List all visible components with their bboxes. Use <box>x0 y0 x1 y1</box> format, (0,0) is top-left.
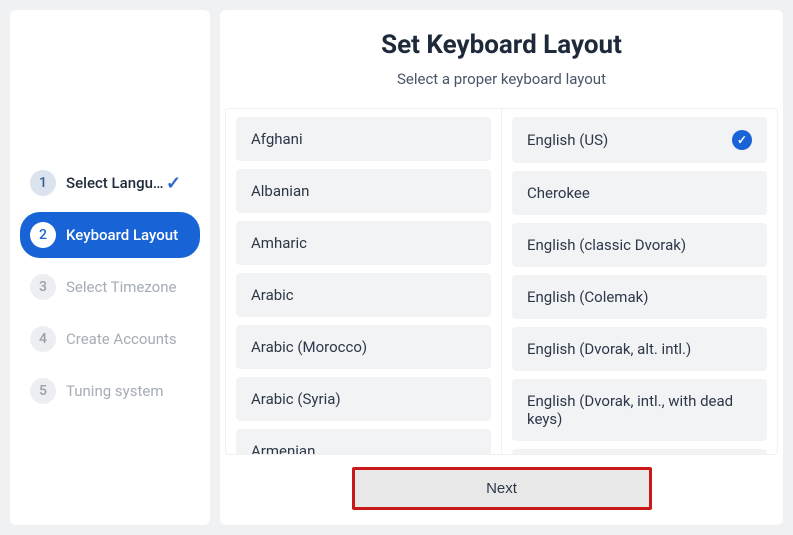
footer: Next <box>220 455 783 510</box>
page-title: Set Keyboard Layout <box>220 30 783 60</box>
layout-label: Arabic (Morocco) <box>251 338 367 356</box>
layout-label: English (Colemak) <box>527 288 648 306</box>
layout-column-right[interactable]: English (US) ✓ Cherokee English (classic… <box>502 109 777 454</box>
layout-label: Amharic <box>251 234 307 252</box>
page-subtitle: Select a proper keyboard layout <box>220 70 783 88</box>
sidebar-step-language[interactable]: 1 Select Langu… ✓ <box>20 160 200 206</box>
layout-label: English (US) <box>527 131 608 149</box>
step-number: 5 <box>30 378 56 404</box>
next-button[interactable]: Next <box>352 467 652 510</box>
step-number: 3 <box>30 274 56 300</box>
layout-item-english-us[interactable]: English (US) ✓ <box>512 117 767 163</box>
layout-item-english-dvorak-intl-dead[interactable]: English (Dvorak, intl., with dead keys) <box>512 379 767 441</box>
layout-label: Arabic <box>251 286 294 304</box>
layout-column-left[interactable]: Afghani Albanian Amharic Arabic Arabic (… <box>226 109 502 454</box>
step-number: 1 <box>30 170 56 196</box>
layouts-container: Afghani Albanian Amharic Arabic Arabic (… <box>225 108 778 455</box>
layout-item-arabic-syria[interactable]: Arabic (Syria) <box>236 377 491 421</box>
step-number: 4 <box>30 326 56 352</box>
step-number: 2 <box>30 222 56 248</box>
layout-item-armenian[interactable]: Armenian <box>236 429 491 454</box>
layout-label: Arabic (Syria) <box>251 390 341 408</box>
layout-label: Armenian <box>251 442 315 454</box>
layout-label: Afghani <box>251 130 303 148</box>
step-label: Select Langu… <box>66 174 166 192</box>
sidebar-step-timezone[interactable]: 3 Select Timezone <box>20 264 200 310</box>
layout-item-arabic[interactable]: Arabic <box>236 273 491 317</box>
setup-steps-sidebar: 1 Select Langu… ✓ 2 Keyboard Layout 3 Se… <box>10 10 210 525</box>
layout-label: English (Dvorak, intl., with dead keys) <box>527 392 752 428</box>
check-icon: ✓ <box>166 173 181 194</box>
layout-item-english-colemak[interactable]: English (Colemak) <box>512 275 767 319</box>
layout-label: English (Dvorak, alt. intl.) <box>527 340 691 358</box>
step-label: Keyboard Layout <box>66 226 190 244</box>
layout-item-english-classic-dvorak[interactable]: English (classic Dvorak) <box>512 223 767 267</box>
main-panel: Set Keyboard Layout Select a proper keyb… <box>220 10 783 525</box>
layout-item-albanian[interactable]: Albanian <box>236 169 491 213</box>
sidebar-step-accounts[interactable]: 4 Create Accounts <box>20 316 200 362</box>
layout-item-cherokee[interactable]: Cherokee <box>512 171 767 215</box>
layout-item-arabic-morocco[interactable]: Arabic (Morocco) <box>236 325 491 369</box>
step-label: Create Accounts <box>66 330 190 348</box>
layout-label: Cherokee <box>527 184 590 202</box>
layout-item-amharic[interactable]: Amharic <box>236 221 491 265</box>
layout-item-english-dvorak-left[interactable]: English (Dvorak, left-handed) <box>512 449 767 454</box>
step-label: Tuning system <box>66 382 190 400</box>
layout-label: Albanian <box>251 182 309 200</box>
layout-label: English (classic Dvorak) <box>527 236 686 254</box>
layout-item-english-dvorak-alt-intl[interactable]: English (Dvorak, alt. intl.) <box>512 327 767 371</box>
step-label: Select Timezone <box>66 278 190 296</box>
layout-item-afghani[interactable]: Afghani <box>236 117 491 161</box>
sidebar-step-keyboard[interactable]: 2 Keyboard Layout <box>20 212 200 258</box>
sidebar-step-tuning[interactable]: 5 Tuning system <box>20 368 200 414</box>
selected-check-icon: ✓ <box>732 130 752 150</box>
